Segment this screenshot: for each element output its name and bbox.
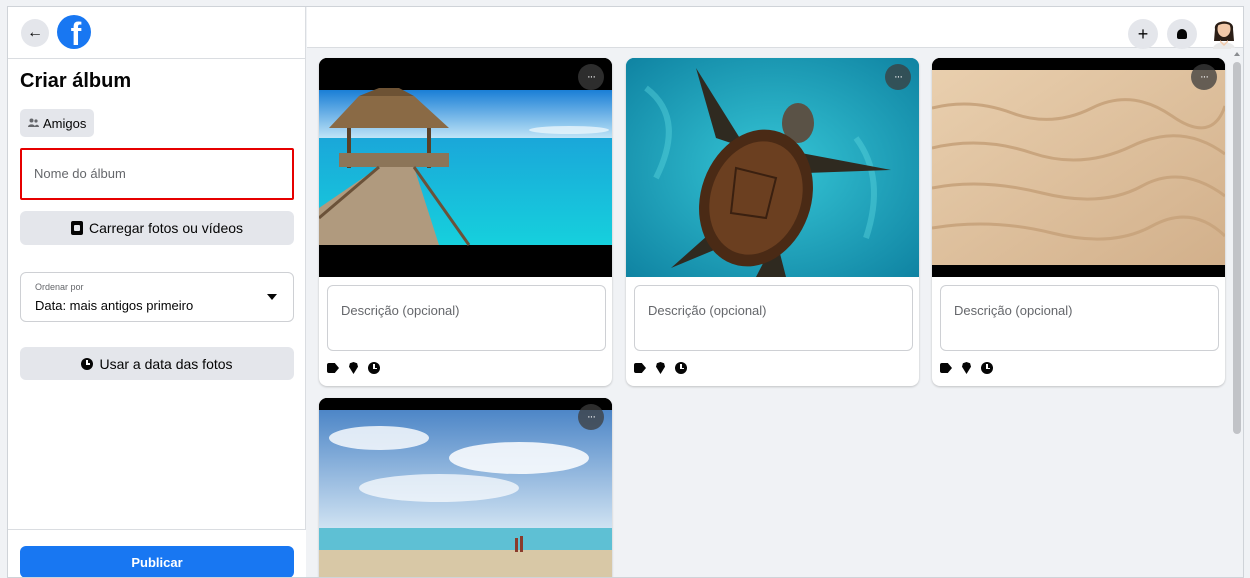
more-options-button[interactable]: ··· bbox=[578, 64, 604, 90]
photo-card: ··· bbox=[319, 58, 612, 386]
app-window: ← f Criar álbum Amigos Carregar fotos ou… bbox=[7, 6, 1244, 578]
description-input[interactable] bbox=[341, 303, 591, 318]
upload-photos-button[interactable]: Carregar fotos ou vídeos bbox=[20, 211, 294, 245]
facebook-logo[interactable]: f bbox=[57, 15, 91, 49]
clock-icon[interactable] bbox=[675, 362, 687, 374]
description-field[interactable] bbox=[634, 285, 913, 351]
photo-upload-icon bbox=[70, 221, 83, 235]
photo-sea-turtle[interactable]: ··· bbox=[626, 58, 919, 277]
photo-card: ··· bbox=[932, 58, 1225, 386]
tag-icon[interactable] bbox=[940, 363, 952, 373]
photo-tools bbox=[940, 362, 993, 374]
more-dots-icon: ··· bbox=[1200, 71, 1209, 83]
sort-label: Ordenar por bbox=[35, 282, 84, 292]
more-dots-icon: ··· bbox=[894, 71, 903, 83]
bell-icon bbox=[1177, 29, 1187, 39]
album-name-input[interactable] bbox=[34, 166, 274, 181]
arrow-left-icon: ← bbox=[27, 24, 43, 41]
sidebar-header: ← f bbox=[8, 7, 306, 59]
description-input[interactable] bbox=[648, 303, 898, 318]
scroll-up-arrow-icon[interactable] bbox=[1234, 52, 1240, 56]
sidebar-footer: Publicar bbox=[8, 529, 306, 577]
description-field[interactable] bbox=[327, 285, 606, 351]
more-options-button[interactable]: ··· bbox=[1191, 64, 1217, 90]
create-album-sidebar: ← f Criar álbum Amigos Carregar fotos ou… bbox=[8, 7, 306, 577]
notifications-button[interactable] bbox=[1167, 19, 1197, 49]
use-date-label: Usar a data das fotos bbox=[99, 355, 233, 372]
photo-beach-pier[interactable]: ··· bbox=[319, 58, 612, 277]
more-options-button[interactable]: ··· bbox=[885, 64, 911, 90]
photo-tools bbox=[634, 362, 687, 374]
scrollbar-thumb[interactable] bbox=[1233, 62, 1241, 434]
album-name-field[interactable] bbox=[20, 148, 294, 200]
page-title: Criar álbum bbox=[20, 70, 132, 92]
avatar[interactable] bbox=[1209, 15, 1239, 49]
facebook-logo-letter: f bbox=[70, 16, 82, 49]
photo-card: ··· bbox=[626, 58, 919, 386]
clock-icon[interactable] bbox=[981, 362, 993, 374]
location-pin-icon[interactable] bbox=[656, 362, 665, 374]
publish-label: Publicar bbox=[131, 554, 183, 570]
audience-selector-button[interactable]: Amigos bbox=[20, 109, 95, 137]
location-pin-icon[interactable] bbox=[962, 362, 971, 374]
photo-card: ··· bbox=[319, 398, 612, 577]
description-field[interactable] bbox=[940, 285, 1219, 351]
audience-label: Amigos bbox=[43, 115, 87, 131]
plus-icon: + bbox=[1137, 23, 1149, 44]
more-dots-icon: ··· bbox=[587, 71, 596, 83]
friends-icon bbox=[28, 118, 39, 129]
scrollbar[interactable] bbox=[1231, 48, 1243, 577]
use-photo-date-button[interactable]: Usar a data das fotos bbox=[20, 347, 294, 380]
photo-beach-sky[interactable]: ··· bbox=[319, 398, 612, 577]
tag-icon[interactable] bbox=[634, 363, 646, 373]
more-options-button[interactable]: ··· bbox=[578, 404, 604, 430]
top-navigation-bar: + bbox=[307, 7, 1243, 49]
back-button[interactable]: ← bbox=[21, 19, 49, 47]
clock-icon[interactable] bbox=[368, 362, 380, 374]
clock-icon bbox=[81, 357, 94, 370]
caret-down-icon bbox=[267, 294, 277, 300]
sort-value: Data: mais antigos primeiro bbox=[35, 298, 194, 313]
description-input[interactable] bbox=[954, 303, 1204, 318]
location-pin-icon[interactable] bbox=[349, 362, 358, 374]
more-dots-icon: ··· bbox=[587, 411, 596, 423]
upload-label: Carregar fotos ou vídeos bbox=[88, 220, 244, 236]
sort-order-select[interactable]: Ordenar por Data: mais antigos primeiro bbox=[20, 272, 294, 322]
create-button[interactable]: + bbox=[1128, 19, 1158, 49]
publish-button[interactable]: Publicar bbox=[20, 546, 294, 577]
tag-icon[interactable] bbox=[327, 363, 339, 373]
photo-sand-dunes[interactable]: ··· bbox=[932, 58, 1225, 277]
photo-tools bbox=[327, 362, 380, 374]
